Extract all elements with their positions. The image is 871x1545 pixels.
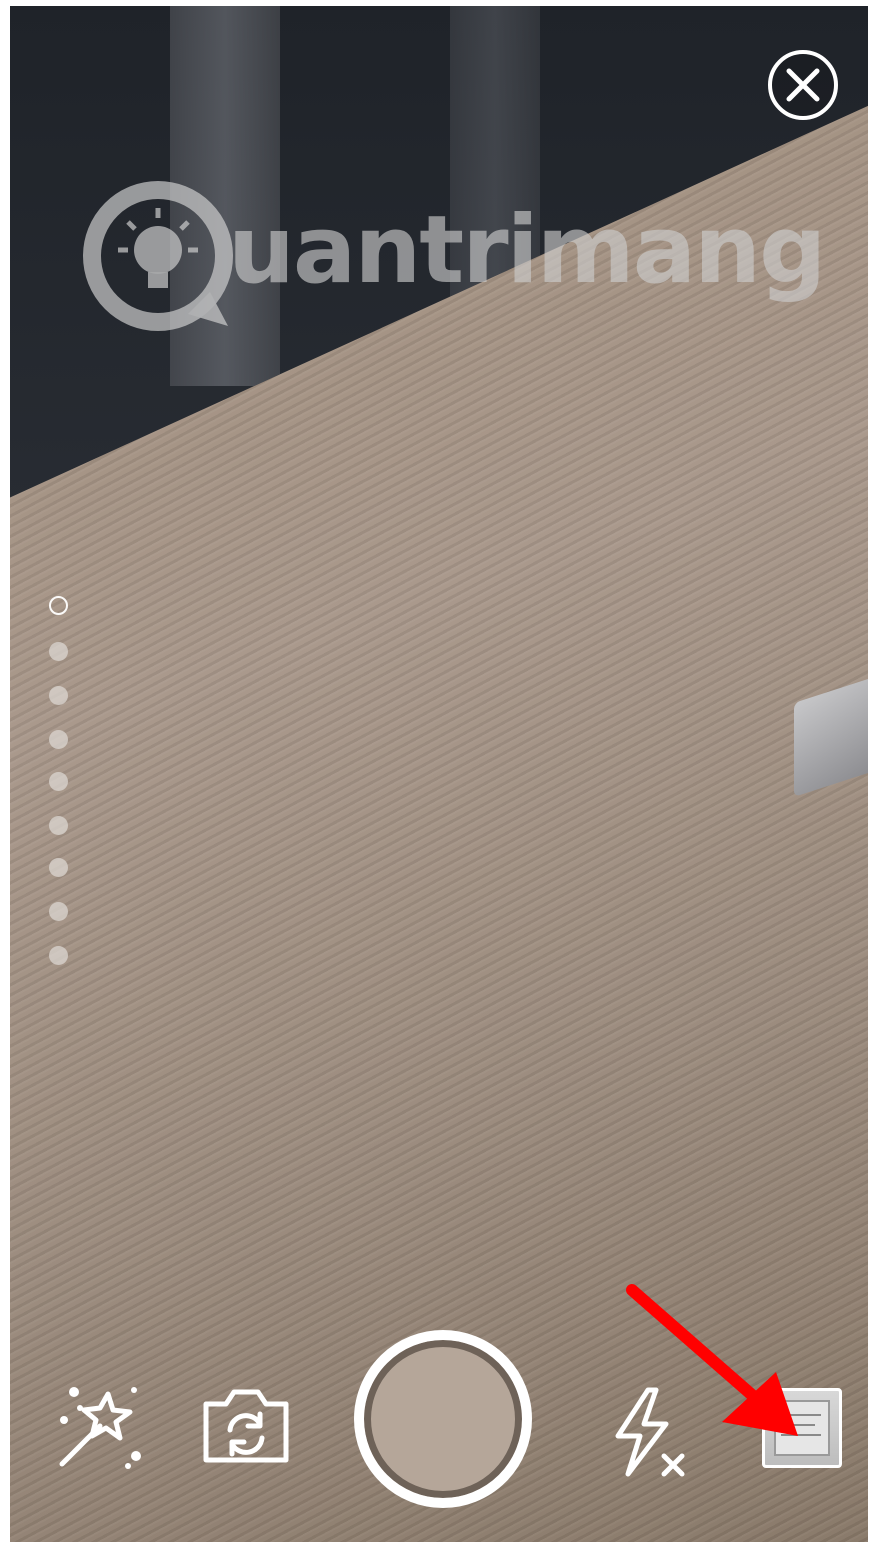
effects-button[interactable] (50, 1376, 146, 1472)
zoom-dot[interactable] (49, 642, 68, 661)
zoom-dot[interactable] (49, 902, 68, 921)
annotation-arrow (626, 1284, 798, 1436)
zoom-dot[interactable] (49, 772, 68, 791)
lightbulb-logo-icon (83, 181, 233, 331)
zoom-dot[interactable] (49, 816, 68, 835)
watermark-logo: uantrimang (78, 176, 826, 336)
close-button[interactable] (766, 48, 840, 122)
switch-camera-button[interactable] (196, 1380, 296, 1470)
camera-viewfinder[interactable]: uantrimang (10, 6, 868, 1542)
magic-wand-icon (59, 1387, 141, 1469)
shutter-button[interactable] (354, 1330, 532, 1508)
zoom-dot-active[interactable] (49, 596, 68, 615)
zoom-dot[interactable] (49, 946, 68, 965)
zoom-dot[interactable] (49, 730, 68, 749)
close-icon (768, 50, 838, 120)
zoom-dot[interactable] (49, 858, 68, 877)
watermark-text: uantrimang (228, 196, 826, 305)
camera-switch-icon (203, 1389, 289, 1463)
zoom-level-indicator[interactable] (46, 592, 70, 972)
zoom-dot[interactable] (49, 686, 68, 705)
